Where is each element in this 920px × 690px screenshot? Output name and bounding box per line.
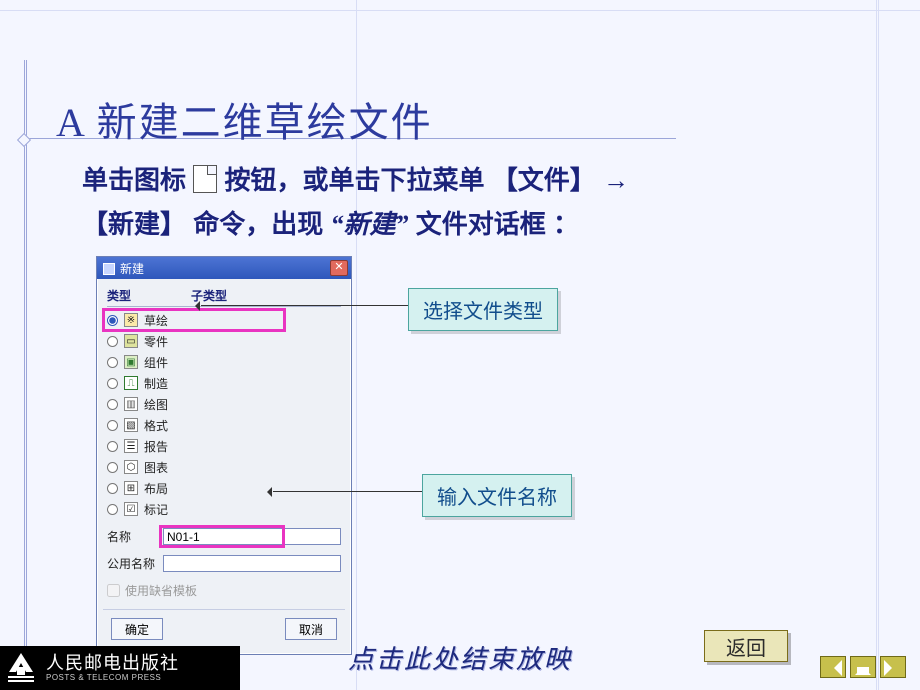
report-icon: ☰ [124, 439, 138, 453]
intro-part3: 命令，出现 [193, 209, 323, 239]
page-title: A 新建二维草绘文件 [56, 90, 433, 148]
sketch-icon: ※ [124, 313, 138, 327]
radio-manufacture[interactable] [107, 378, 118, 389]
type-row-chart[interactable]: ⬡ 图表 [107, 458, 341, 476]
publisher-cn: 人民邮电出版社 [46, 654, 179, 674]
drawing-icon: ▥ [124, 397, 138, 411]
radio-format[interactable] [107, 420, 118, 431]
prev-slide-icon[interactable] [820, 656, 846, 678]
arrow-glyph: → [603, 165, 629, 195]
name-field-row: 名称 [107, 528, 341, 545]
next-slide-icon[interactable] [880, 656, 906, 678]
intro-text: 单击图标 按钮，或单击下拉菜单 【文件】 → 【新建】 命令，出现 “新建” 文… [82, 158, 802, 247]
type-label: 零件 [144, 333, 168, 350]
common-name-input[interactable] [163, 555, 341, 572]
type-row-format[interactable]: ▧ 格式 [107, 416, 341, 434]
radio-layout[interactable] [107, 483, 118, 494]
radio-drawing[interactable] [107, 399, 118, 410]
manufacture-icon: ⎍ [124, 376, 138, 390]
arrow-to-type [201, 305, 408, 306]
radio-sketch[interactable] [107, 315, 118, 326]
part-icon: ▭ [124, 334, 138, 348]
publisher-strip: 人民邮电出版社 POSTS & TELECOM PRESS [0, 646, 240, 690]
intro-emphasis: 新建 [344, 210, 396, 239]
menu-file: 【文件】 [492, 165, 596, 195]
intro-part2: 按钮，或单击下拉菜单 [224, 165, 484, 195]
type-row-manufacture[interactable]: ⎍ 制造 [107, 374, 341, 392]
default-template-label: 使用缺省模板 [125, 582, 197, 599]
radio-mark[interactable] [107, 504, 118, 515]
chart-icon: ⬡ [124, 460, 138, 474]
name-label: 名称 [107, 528, 157, 545]
end-slideshow-link[interactable]: 点击此处结束放映 [348, 639, 572, 676]
type-label: 布局 [144, 480, 168, 497]
format-icon: ▧ [124, 418, 138, 432]
new-file-icon [193, 165, 217, 193]
radio-part[interactable] [107, 336, 118, 347]
layout-icon: ⊞ [124, 481, 138, 495]
group-label-type: 类型 [107, 287, 131, 304]
quote-close: ” [396, 210, 409, 239]
publisher-en: POSTS & TELECOM PRESS [46, 674, 179, 683]
close-button[interactable]: ✕ [330, 260, 348, 276]
arrow-to-name [273, 491, 422, 492]
dialog-titlebar[interactable]: 新建 ✕ [97, 257, 351, 279]
home-icon[interactable] [850, 656, 876, 678]
radio-assembly[interactable] [107, 357, 118, 368]
type-row-report[interactable]: ☰ 报告 [107, 437, 341, 455]
type-row-mark[interactable]: ☑ 标记 [107, 500, 341, 518]
type-label: 绘图 [144, 396, 168, 413]
type-label: 格式 [144, 417, 168, 434]
type-list: ※ 草绘 ▭ 零件 ▣ 组件 ⎍ 制造 ▥ 绘图 [107, 311, 341, 518]
mark-icon: ☑ [124, 502, 138, 516]
type-row-drawing[interactable]: ▥ 绘图 [107, 395, 341, 413]
intro-part4: 文件对话框 ： [416, 209, 579, 239]
type-label: 草绘 [144, 312, 168, 329]
nav-icons [820, 656, 906, 678]
intro-part1: 单击图标 [82, 165, 193, 195]
name-input[interactable] [163, 528, 341, 545]
type-row-part[interactable]: ▭ 零件 [107, 332, 341, 350]
type-label: 标记 [144, 501, 168, 518]
type-row-assembly[interactable]: ▣ 组件 [107, 353, 341, 371]
default-template-checkbox[interactable] [107, 584, 120, 597]
new-file-dialog: 新建 ✕ 类型 子类型 ※ 草绘 ▭ 零件 ▣ 组件 [96, 256, 352, 655]
menu-new: 【新建】 [82, 209, 186, 239]
dialog-icon [103, 263, 115, 275]
type-row-layout[interactable]: ⊞ 布局 [107, 479, 341, 497]
back-button[interactable]: 返回 [704, 630, 788, 662]
type-label: 图表 [144, 459, 168, 476]
common-name-label: 公用名称 [107, 555, 157, 572]
type-label: 报告 [144, 438, 168, 455]
default-template-row[interactable]: 使用缺省模板 [107, 582, 341, 599]
quote-open: “ [331, 210, 344, 239]
cancel-button[interactable]: 取消 [285, 618, 337, 640]
type-row-sketch[interactable]: ※ 草绘 [107, 311, 341, 329]
assembly-icon: ▣ [124, 355, 138, 369]
ok-button[interactable]: 确定 [111, 618, 163, 640]
type-label: 组件 [144, 354, 168, 371]
dialog-title: 新建 [120, 262, 144, 276]
callout-enter-name: 输入文件名称 [422, 474, 572, 517]
type-label: 制造 [144, 375, 168, 392]
radio-report[interactable] [107, 441, 118, 452]
common-name-field-row: 公用名称 [107, 555, 341, 572]
callout-select-type: 选择文件类型 [408, 288, 558, 331]
radio-chart[interactable] [107, 462, 118, 473]
publisher-logo-icon [2, 649, 40, 687]
